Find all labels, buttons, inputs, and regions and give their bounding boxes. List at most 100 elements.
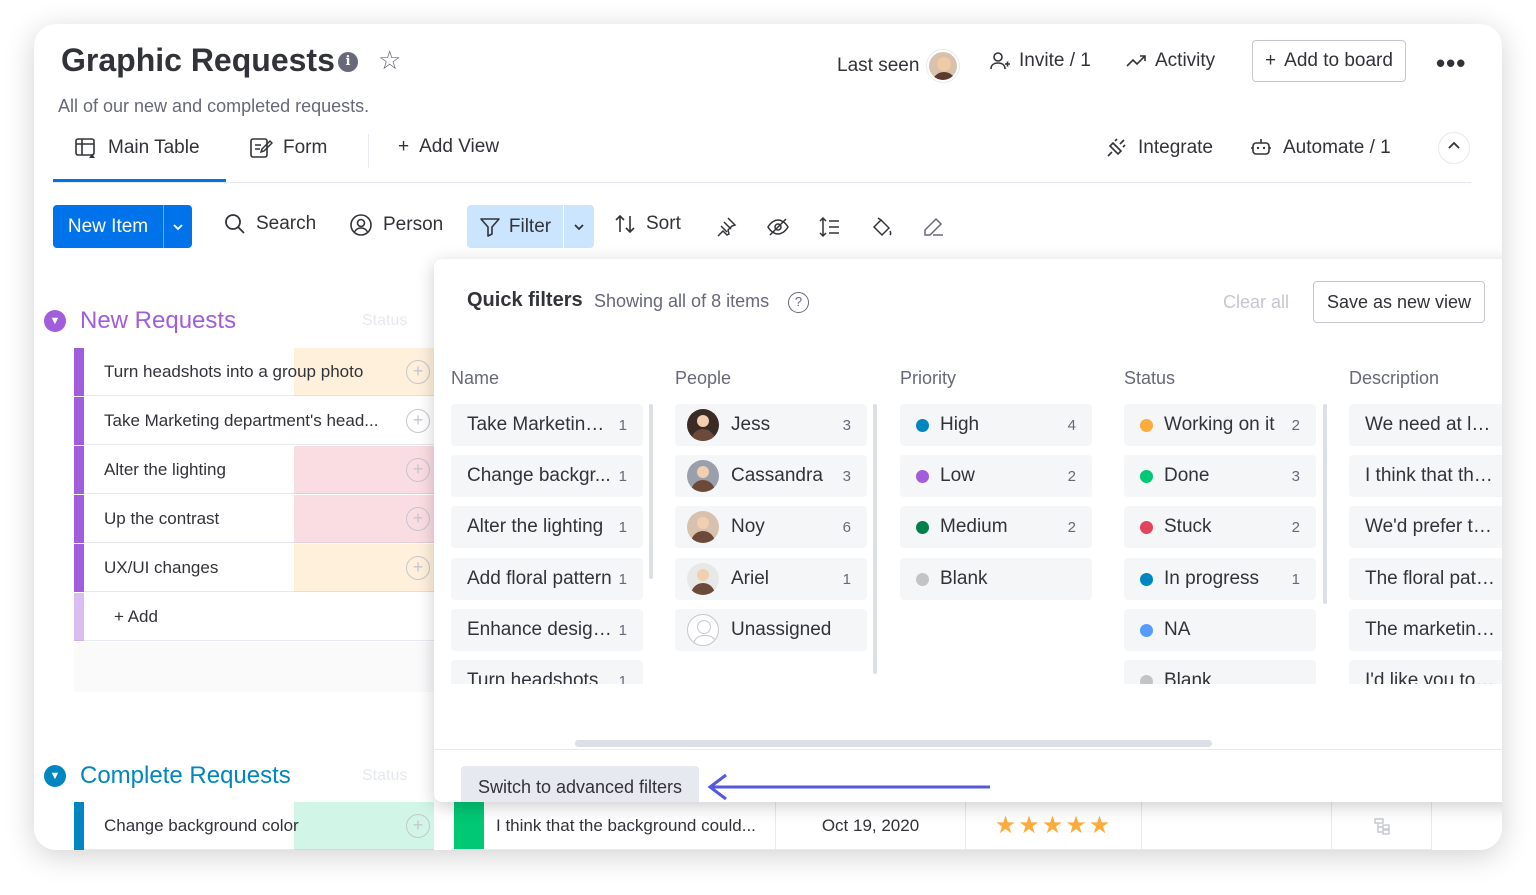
horizontal-scrollbar[interactable] xyxy=(575,740,1212,747)
filter-chip-status[interactable]: Done 3 xyxy=(1124,455,1316,497)
filter-chip-status[interactable]: In progress 1 xyxy=(1124,558,1316,600)
filter-chip-person[interactable]: Jess 3 xyxy=(675,404,867,446)
edit-pen-icon[interactable] xyxy=(921,215,945,239)
switch-to-advanced-filters-button[interactable]: Switch to advanced filters xyxy=(461,766,699,802)
item-name[interactable]: Alter the lighting xyxy=(104,460,226,480)
table-row[interactable]: Up the contrast + xyxy=(74,495,434,543)
empty-cell[interactable] xyxy=(1142,802,1332,850)
filter-chip-status[interactable]: NA xyxy=(1124,609,1316,651)
table-row[interactable]: Change background color + xyxy=(74,802,434,850)
add-view-button[interactable]: + Add View xyxy=(398,136,499,158)
add-person-icon[interactable]: + xyxy=(406,507,430,531)
sort-button[interactable]: Sort xyxy=(614,213,681,235)
rating-cell[interactable]: ★★★★★ xyxy=(966,802,1142,850)
status-column-scrollbar[interactable] xyxy=(1323,404,1327,604)
add-person-icon[interactable]: + xyxy=(406,360,430,384)
board-description[interactable]: All of our new and completed requests. xyxy=(58,96,369,117)
new-item-button[interactable]: New Item xyxy=(53,205,192,248)
save-as-new-view-button[interactable]: Save as new view xyxy=(1313,281,1485,323)
table-row[interactable]: Alter the lighting + xyxy=(74,446,434,494)
filter-button[interactable]: Filter xyxy=(467,205,594,248)
integrate-button[interactable]: Integrate xyxy=(1104,136,1213,160)
filter-chip-name[interactable]: Alter the lighting 1 xyxy=(451,506,643,548)
help-icon[interactable]: ? xyxy=(788,292,809,313)
tab-main-table[interactable]: Main Table xyxy=(74,136,200,160)
pin-icon[interactable] xyxy=(715,216,737,238)
filter-chip-name[interactable]: Add floral pattern 1 xyxy=(451,558,643,600)
automate-button[interactable]: Automate / 1 xyxy=(1249,136,1391,160)
row-height-icon[interactable] xyxy=(818,215,842,239)
group-header-complete-requests[interactable]: ▼ Complete Requests xyxy=(44,762,291,790)
clear-all-button[interactable]: Clear all xyxy=(1223,292,1289,313)
last-seen[interactable]: Last seen xyxy=(837,50,960,82)
filter-chip-description[interactable]: The marketing a... xyxy=(1349,609,1502,651)
add-item-row[interactable]: + Add xyxy=(74,593,434,641)
filter-chip-name[interactable]: Enhance design... 1 xyxy=(451,609,643,651)
chip-label: Enhance design... xyxy=(467,619,613,640)
group-title[interactable]: New Requests xyxy=(80,307,236,335)
date-cell[interactable]: Oct 19, 2020 xyxy=(776,802,966,850)
filter-chip-description[interactable]: I think that the b... xyxy=(1349,455,1502,497)
item-name[interactable]: Up the contrast xyxy=(104,509,219,529)
description-cell[interactable]: I think that the background could... xyxy=(484,802,776,850)
filter-main[interactable]: Filter xyxy=(467,205,563,248)
filter-chip-priority[interactable]: Blank xyxy=(900,558,1092,600)
group-header-new-requests[interactable]: ▼ New Requests xyxy=(44,307,236,335)
row-color-bar xyxy=(74,495,84,543)
filter-chip-priority[interactable]: Low 2 xyxy=(900,455,1092,497)
subitems-cell[interactable] xyxy=(1332,802,1432,850)
star-icon[interactable]: ☆ xyxy=(378,46,401,74)
name-column-scrollbar[interactable] xyxy=(649,404,653,579)
table-row[interactable]: Take Marketing department's head... + xyxy=(74,397,434,445)
column-header-priority: Priority xyxy=(900,368,957,388)
filter-chip-person[interactable]: Ariel 1 xyxy=(675,558,867,600)
paint-bucket-icon[interactable] xyxy=(870,215,894,239)
item-name[interactable]: Take Marketing department's head... xyxy=(104,411,378,431)
filter-chip-person[interactable]: Noy 6 xyxy=(675,506,867,548)
filter-chip-priority[interactable]: Medium 2 xyxy=(900,506,1092,548)
filter-chip-description[interactable]: We need at leas... xyxy=(1349,404,1502,446)
chip-count: 3 xyxy=(842,416,851,434)
new-item-dropdown[interactable] xyxy=(163,205,192,248)
hide-icon[interactable] xyxy=(766,216,790,238)
filter-chip-name[interactable]: Take Marketing ... 1 xyxy=(451,404,643,446)
item-name[interactable]: Change background color xyxy=(104,816,299,836)
add-item-label[interactable]: + Add xyxy=(114,607,158,627)
add-person-icon[interactable]: + xyxy=(406,556,430,580)
chevron-down-icon[interactable]: ▼ xyxy=(44,310,66,332)
collapse-header-button[interactable] xyxy=(1438,132,1470,164)
filter-chip-person[interactable]: Cassandra 3 xyxy=(675,455,867,497)
filter-chip-person[interactable]: Unassigned xyxy=(675,609,867,651)
filter-chip-description[interactable]: We'd prefer the l... xyxy=(1349,506,1502,548)
person-filter-button[interactable]: Person xyxy=(349,213,443,237)
filter-chip-status[interactable]: Stuck 2 xyxy=(1124,506,1316,548)
priority-dot xyxy=(916,469,929,483)
filter-chip-status[interactable]: Working on it 2 xyxy=(1124,404,1316,446)
filter-label: Filter xyxy=(508,215,552,237)
chip-count: 1 xyxy=(842,570,851,588)
people-column-scrollbar[interactable] xyxy=(873,404,877,674)
activity-button[interactable]: Activity xyxy=(1125,50,1215,72)
table-row[interactable]: Turn headshots into a group photo + xyxy=(74,348,434,396)
filter-chip-description[interactable]: The floral patter... xyxy=(1349,558,1502,600)
invite-button[interactable]: Invite / 1 xyxy=(989,50,1091,72)
item-name[interactable]: UX/UI changes xyxy=(104,558,218,578)
filter-dropdown[interactable] xyxy=(563,205,594,248)
item-name[interactable]: Turn headshots into a group photo xyxy=(104,362,363,382)
filter-chip-name[interactable]: Change backgr... 1 xyxy=(451,455,643,497)
add-person-icon[interactable]: + xyxy=(406,409,430,433)
more-options-icon[interactable]: ••• xyxy=(1436,48,1466,79)
add-person-icon[interactable]: + xyxy=(406,458,430,482)
status-cell-done[interactable] xyxy=(454,802,484,850)
table-row[interactable]: UX/UI changes + xyxy=(74,544,434,592)
filter-chip-priority[interactable]: High 4 xyxy=(900,404,1092,446)
add-person-icon[interactable]: + xyxy=(406,814,430,838)
info-icon[interactable]: i xyxy=(338,52,358,72)
new-item-label[interactable]: New Item xyxy=(53,205,163,248)
chevron-down-icon[interactable]: ▼ xyxy=(44,765,66,787)
search-button[interactable]: Search xyxy=(224,213,316,235)
group-title[interactable]: Complete Requests xyxy=(80,762,291,790)
add-to-board-button[interactable]: + Add to board xyxy=(1252,40,1406,82)
board-title[interactable]: Graphic Requests xyxy=(61,42,335,79)
tab-form[interactable]: Form xyxy=(249,136,327,160)
